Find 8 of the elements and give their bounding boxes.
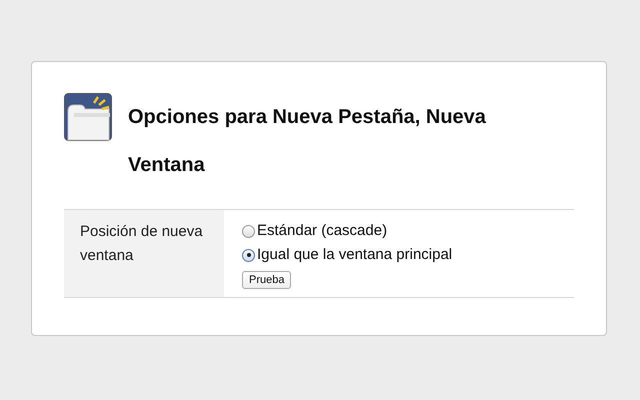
browser-window-icon: [64, 93, 112, 141]
radio-label[interactable]: Igual que la ventana principal: [257, 243, 452, 267]
setting-label: Posición de nueva ventana: [64, 210, 224, 297]
test-button[interactable]: Prueba: [242, 271, 292, 289]
radio-button[interactable]: [242, 248, 255, 262]
page-title: Opciones para Nueva Pestaña, Nueva Ventana: [128, 105, 487, 178]
radio-label[interactable]: Estándar (cascade): [257, 219, 388, 243]
radio-button[interactable]: [242, 224, 255, 238]
